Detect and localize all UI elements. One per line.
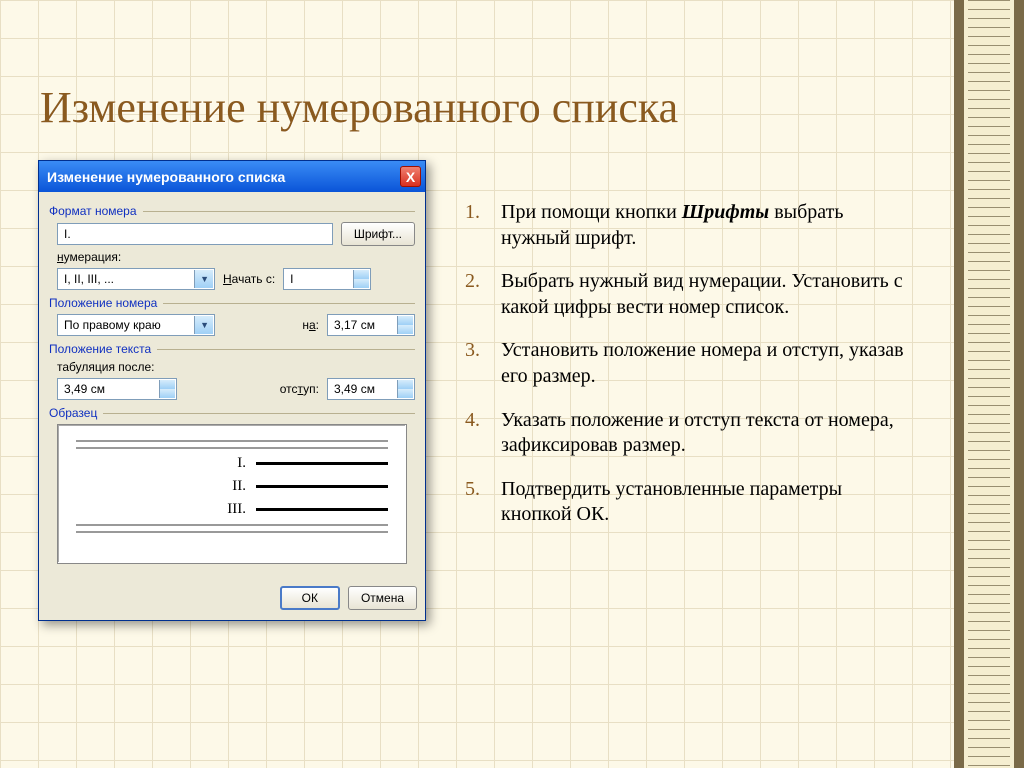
item-number: 2. bbox=[465, 269, 501, 320]
item-text: При помощи кнопки Шрифты выбрать нужный … bbox=[501, 200, 905, 251]
list-item: 5. Подтвердить установленные параметры к… bbox=[465, 477, 905, 528]
number-format-label: Формат номера bbox=[49, 204, 137, 218]
at-label: на: bbox=[302, 318, 319, 332]
dialog-titlebar[interactable]: Изменение нумерованного списка X bbox=[39, 161, 425, 192]
group-text-position: Положение текста bbox=[49, 342, 415, 356]
item-number: 5. bbox=[465, 477, 501, 528]
preview-numeral: I. bbox=[76, 455, 246, 472]
at-spinner[interactable]: 3,17 см bbox=[327, 314, 415, 336]
indent-spinner[interactable]: 3,49 см bbox=[327, 378, 415, 400]
item-text: Выбрать нужный вид нумерации. Установить… bbox=[501, 269, 905, 320]
group-preview: Образец bbox=[49, 406, 415, 420]
item-number: 3. bbox=[465, 338, 501, 389]
ok-button[interactable]: ОК bbox=[280, 586, 340, 610]
at-value: 3,17 см bbox=[334, 318, 375, 332]
tab-after-value: 3,49 см bbox=[64, 382, 105, 396]
numbering-select[interactable]: I, II, III, ... ▼ bbox=[57, 268, 215, 290]
list-item: 4. Указать положение и отступ текста от … bbox=[465, 408, 905, 459]
close-button[interactable]: X bbox=[400, 166, 421, 187]
start-at-value: I bbox=[290, 272, 293, 286]
slide-title: Изменение нумерованного списка bbox=[40, 82, 678, 133]
chevron-down-icon: ▼ bbox=[200, 320, 209, 330]
number-position-label: Положение номера bbox=[49, 296, 157, 310]
group-number-position: Положение номера bbox=[49, 296, 415, 310]
indent-value: 3,49 см bbox=[334, 382, 375, 396]
item-text: Установить положение номера и отступ, ук… bbox=[501, 338, 905, 389]
tab-after-spinner[interactable]: 3,49 см bbox=[57, 378, 177, 400]
cancel-button[interactable]: Отмена bbox=[348, 586, 417, 610]
numbering-value: I, II, III, ... bbox=[64, 272, 114, 286]
preview-box: I. II. III. bbox=[57, 424, 407, 564]
item-text: Указать положение и отступ текста от ном… bbox=[501, 408, 905, 459]
number-format-input[interactable]: I. bbox=[57, 223, 333, 245]
indent-label: отступ: bbox=[280, 382, 319, 396]
numbering-label: нумерация: bbox=[57, 250, 137, 264]
numbered-list-dialog: Изменение нумерованного списка X Формат … bbox=[38, 160, 426, 621]
item-text: Подтвердить установленные параметры кноп… bbox=[501, 477, 905, 528]
list-item: 1. При помощи кнопки Шрифты выбрать нужн… bbox=[465, 200, 905, 251]
number-format-value: I. bbox=[64, 227, 71, 241]
group-number-format: Формат номера bbox=[49, 204, 415, 218]
text-position-label: Положение текста bbox=[49, 342, 151, 356]
preview-numeral: II. bbox=[76, 478, 246, 495]
dialog-title: Изменение нумерованного списка bbox=[47, 169, 285, 185]
item-number: 4. bbox=[465, 408, 501, 459]
alignment-value: По правому краю bbox=[64, 318, 161, 332]
font-button[interactable]: Шрифт... bbox=[341, 222, 415, 246]
chevron-down-icon: ▼ bbox=[200, 274, 209, 284]
start-at-label: Начать с: bbox=[223, 272, 275, 286]
tab-after-label: табуляция после: bbox=[57, 360, 154, 374]
alignment-select[interactable]: По правому краю ▼ bbox=[57, 314, 215, 336]
close-icon: X bbox=[406, 170, 415, 184]
list-item: 3. Установить положение номера и отступ,… bbox=[465, 338, 905, 389]
list-item: 2. Выбрать нужный вид нумерации. Установ… bbox=[465, 269, 905, 320]
ruler-decoration bbox=[954, 0, 1024, 768]
preview-numeral: III. bbox=[76, 501, 246, 518]
start-at-spinner[interactable]: I bbox=[283, 268, 371, 290]
preview-label: Образец bbox=[49, 406, 97, 420]
instruction-list: 1. При помощи кнопки Шрифты выбрать нужн… bbox=[465, 200, 905, 546]
item-number: 1. bbox=[465, 200, 501, 251]
